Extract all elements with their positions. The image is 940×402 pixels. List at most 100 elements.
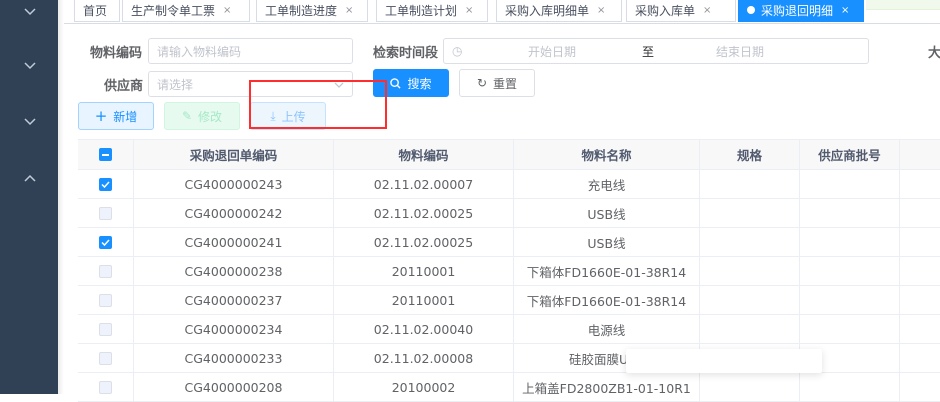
search-button[interactable]: 搜索 <box>373 69 449 97</box>
cell-batch <box>800 286 900 314</box>
tab-purchase-return-detail[interactable]: 采购退回明细 × <box>738 0 864 22</box>
cell-spec <box>700 286 800 314</box>
cell-spec <box>700 228 800 256</box>
row-checkbox[interactable] <box>99 264 112 278</box>
upload-button[interactable]: ⤓ 上传 <box>250 102 326 130</box>
chevron-down-icon[interactable] <box>18 110 42 134</box>
refresh-icon: ↻ <box>476 76 488 90</box>
row-checkbox[interactable] <box>99 235 112 249</box>
cell-extra <box>900 257 940 285</box>
tab-work-order-progress[interactable]: 工单制造进度 × <box>256 0 368 22</box>
sidebar-shadow <box>58 0 64 394</box>
cell-material: 20110001 <box>334 257 514 285</box>
cell-name: 下箱体FD1660E-01-38R14 <box>514 286 700 314</box>
cell-name: 上箱盖FD2800ZB1-01-10R1 <box>514 373 700 401</box>
tooltip-popup <box>626 349 822 373</box>
material-code-input[interactable]: 请输入物料编码 <box>148 38 353 64</box>
cell-spec <box>700 257 800 285</box>
table-header: 采购退回单编码 物料编码 物料名称 规格 供应商批号 <box>78 139 940 170</box>
close-icon[interactable]: × <box>223 5 231 16</box>
tab-label: 采购退回明细 <box>761 3 834 18</box>
tab-label: 首页 <box>83 3 108 18</box>
close-icon[interactable]: × <box>597 5 605 16</box>
cell-code: CG4000000234 <box>134 315 334 343</box>
row-select-cell[interactable] <box>78 170 134 198</box>
close-icon[interactable]: × <box>703 5 711 16</box>
row-checkbox[interactable] <box>99 206 112 220</box>
upload-label: 上传 <box>281 109 306 124</box>
supplier-select[interactable]: 请选择 <box>148 71 353 97</box>
cell-extra <box>900 315 940 343</box>
tab-home[interactable]: 首页 <box>74 0 120 22</box>
active-dot-icon <box>747 6 755 14</box>
cell-material: 20110001 <box>334 286 514 314</box>
tab-work-order-plan[interactable]: 工单制造计划 × <box>376 0 488 22</box>
message-toast <box>866 0 940 10</box>
end-date-placeholder: 结束日期 <box>716 44 765 59</box>
cell-batch <box>800 373 900 401</box>
cell-spec <box>700 170 800 198</box>
row-select-cell[interactable] <box>78 373 134 401</box>
table-row[interactable]: CG4000000241 02.11.02.00025 USB线 <box>78 228 940 257</box>
cell-batch <box>800 315 900 343</box>
close-icon[interactable]: × <box>841 5 849 16</box>
search-label: 搜索 <box>407 76 432 91</box>
chevron-up-icon[interactable] <box>18 166 42 190</box>
row-checkbox[interactable] <box>99 351 112 365</box>
cell-batch <box>800 170 900 198</box>
select-all-cell[interactable] <box>78 140 134 169</box>
cell-spec <box>700 315 800 343</box>
row-select-cell[interactable] <box>78 344 134 372</box>
chevron-down-icon[interactable] <box>18 0 42 24</box>
row-select-cell[interactable] <box>78 199 134 227</box>
table-row[interactable]: CG4000000208 20100002 上箱盖FD2800ZB1-01-10R1 <box>78 373 940 402</box>
edit-button[interactable]: ✎ 修改 <box>164 102 240 130</box>
tab-purchase-inbound-detail[interactable]: 采购入库明细单 × <box>496 0 622 22</box>
add-label: 新增 <box>113 109 138 124</box>
cell-material: 02.11.02.00040 <box>334 315 514 343</box>
cell-material: 02.11.02.00008 <box>334 344 514 372</box>
row-select-cell[interactable] <box>78 228 134 256</box>
select-all-checkbox[interactable] <box>99 148 112 161</box>
cell-code: CG4000000208 <box>134 373 334 401</box>
chevron-down-icon[interactable] <box>18 54 42 78</box>
sidebar <box>0 0 58 394</box>
row-checkbox[interactable] <box>99 293 112 307</box>
cell-material: 02.11.02.00007 <box>334 170 514 198</box>
date-range-label: 检索时间段 <box>373 46 439 61</box>
cell-extra <box>900 199 940 227</box>
cell-spec <box>700 373 800 401</box>
tab-purchase-inbound[interactable]: 采购入库单 × <box>626 0 736 22</box>
table-row[interactable]: CG4000000242 02.11.02.00025 USB线 <box>78 199 940 228</box>
table-row[interactable]: CG4000000237 20110001 下箱体FD1660E-01-38R14 <box>78 286 940 315</box>
cell-spec <box>700 199 800 227</box>
row-select-cell[interactable] <box>78 315 134 343</box>
cell-extra <box>900 228 940 256</box>
add-button[interactable]: + 新增 <box>78 102 154 130</box>
row-checkbox[interactable] <box>99 177 112 191</box>
reset-button[interactable]: ↻ 重置 <box>459 69 535 97</box>
cell-extra <box>900 344 940 372</box>
start-date-placeholder: 开始日期 <box>528 44 577 59</box>
row-select-cell[interactable] <box>78 257 134 285</box>
cell-name: USB线 <box>514 199 700 227</box>
tab-production-ticket[interactable]: 生产制令单工票 × <box>122 0 250 22</box>
supplier-placeholder: 请选择 <box>157 77 194 92</box>
plus-icon: + <box>94 107 108 125</box>
cell-name: 电源线 <box>514 315 700 343</box>
edit-label: 修改 <box>198 109 223 124</box>
column-header: 采购退回单编码 <box>134 140 334 169</box>
material-code-placeholder: 请输入物料编码 <box>157 44 242 59</box>
date-range-picker[interactable]: ◷ 开始日期 至 结束日期 <box>443 38 869 64</box>
close-icon[interactable]: × <box>465 5 473 16</box>
table-row[interactable]: CG4000000243 02.11.02.00007 充电线 <box>78 170 940 199</box>
close-icon[interactable]: × <box>345 5 353 16</box>
calendar-icon: ◷ <box>452 44 463 58</box>
table-row[interactable]: CG4000000234 02.11.02.00040 电源线 <box>78 315 940 344</box>
row-checkbox[interactable] <box>99 380 112 394</box>
table-row[interactable]: CG4000000238 20110001 下箱体FD1660E-01-38R14 <box>78 257 940 286</box>
row-checkbox[interactable] <box>99 322 112 336</box>
cell-extra <box>900 373 940 401</box>
cell-material: 20100002 <box>334 373 514 401</box>
row-select-cell[interactable] <box>78 286 134 314</box>
